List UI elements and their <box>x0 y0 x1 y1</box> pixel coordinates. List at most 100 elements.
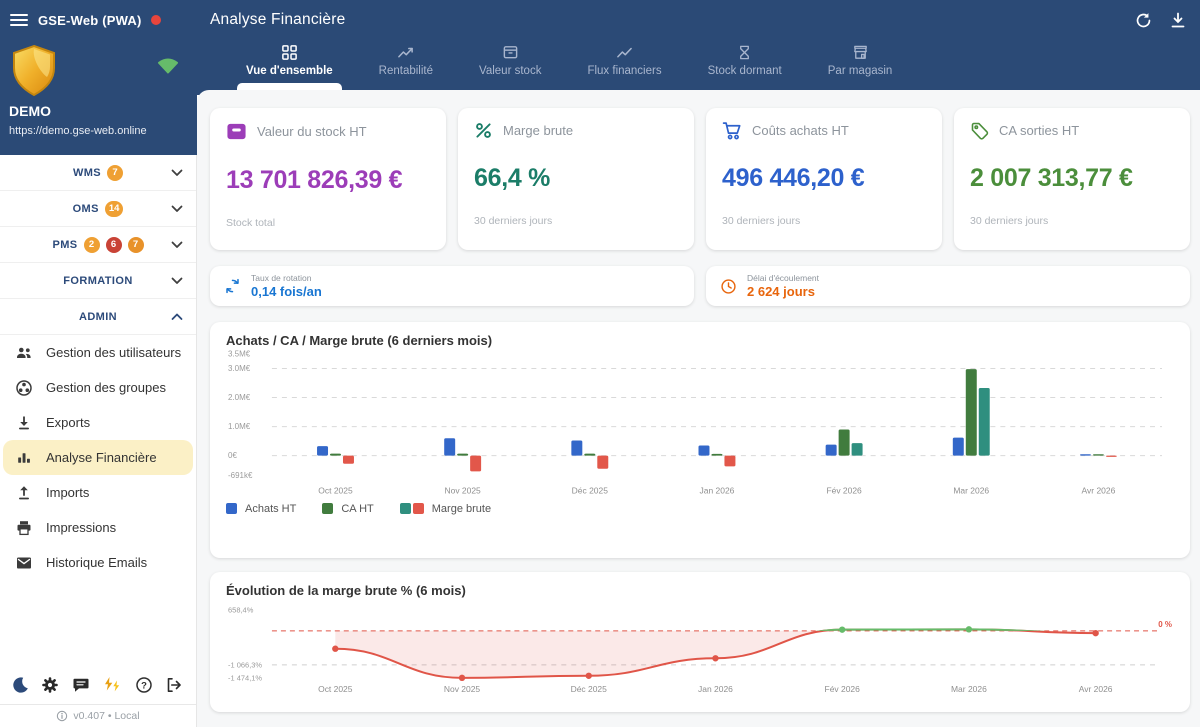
bar-chart: 3.5M€3.0M€2.0M€1.0M€0€-691k€Oct 2025Nov … <box>226 348 1174 500</box>
tab-par-magasin[interactable]: Par magasin <box>826 44 895 77</box>
tab-stock-dormant[interactable]: Stock dormant <box>706 44 784 77</box>
stock-box-icon <box>226 121 247 142</box>
svg-text:-1 066,3%: -1 066,3% <box>228 660 262 669</box>
bar-chart-legend: Achats HT CA HT Marge brute <box>226 503 1174 515</box>
kpi-card-couts-achats: Coûts achats HT 496 446,20 € 30 derniers… <box>706 108 942 250</box>
kpi-caption: 30 derniers jours <box>970 215 1174 227</box>
line-chart-card: Évolution de la marge brute % (6 mois) 6… <box>210 572 1190 712</box>
quick-actions-bolt-icon[interactable] <box>102 676 122 694</box>
section-label: ADMIN <box>79 311 117 323</box>
sidebar-header: GSE-Web (PWA) DEMO https://demo.gse-web.… <box>0 0 197 155</box>
download-icon[interactable] <box>1170 12 1186 29</box>
sidebar-item-historique-emails[interactable]: Historique Emails <box>0 545 196 580</box>
dark-mode-moon-icon[interactable] <box>11 676 29 694</box>
sidebar-item-label: Gestion des utilisateurs <box>46 345 181 360</box>
kpi-title: Marge brute <box>503 123 573 138</box>
trend-line-icon <box>616 44 633 61</box>
svg-text:Jan 2026: Jan 2026 <box>700 486 735 496</box>
status-dot-icon <box>151 15 161 25</box>
sidebar-item-gestion-utilisateurs[interactable]: Gestion des utilisateurs <box>0 335 196 370</box>
printer-icon <box>15 519 33 537</box>
legend-item: CA HT <box>322 503 373 515</box>
badge: 6 <box>106 237 122 253</box>
legend-item: Marge brute <box>400 503 491 515</box>
sidebar-item-label: Analyse Financière <box>46 450 157 465</box>
legend-label: Marge brute <box>432 503 491 515</box>
tab-label: Valeur stock <box>479 65 541 77</box>
section-label: FORMATION <box>63 275 132 287</box>
app-name: GSE-Web (PWA) <box>38 13 141 28</box>
upload-icon <box>15 484 33 502</box>
store-icon <box>852 44 869 61</box>
sidebar-item-label: Gestion des groupes <box>46 380 166 395</box>
stat-label: Taux de rotation <box>251 273 322 283</box>
connection-status-wifi-icon <box>157 56 179 79</box>
sidebar-item-analyse-financiere[interactable]: Analyse Financière <box>3 440 193 475</box>
users-icon <box>15 344 33 362</box>
tab-label: Par magasin <box>828 65 893 77</box>
svg-text:1.0M€: 1.0M€ <box>228 422 251 431</box>
tab-valeur-stock[interactable]: Valeur stock <box>477 44 543 77</box>
chat-icon[interactable] <box>72 676 90 694</box>
sidebar-item-label: Historique Emails <box>46 555 147 570</box>
mail-icon <box>15 554 33 572</box>
tab-bar: Vue d'ensemble Rentabilité Valeur stock … <box>244 44 894 77</box>
svg-text:2.0M€: 2.0M€ <box>228 393 251 402</box>
bar-chart-icon <box>15 449 33 467</box>
line-chart: 658,4%-1 066,3%-1 474,1%Oct 2025Nov 2025… <box>226 598 1174 698</box>
environment-url: https://demo.gse-web.online <box>9 125 147 137</box>
tab-label: Stock dormant <box>708 65 782 77</box>
kpi-value: 2 007 313,77 € <box>970 164 1174 193</box>
logout-icon[interactable] <box>165 676 183 694</box>
sidebar-item-gestion-groupes[interactable]: Gestion des groupes <box>0 370 196 405</box>
top-appbar: Analyse Financière Vue d'ensemble Rentab… <box>197 0 1200 95</box>
clock-icon <box>720 278 737 295</box>
sidebar-item-label: Impressions <box>46 520 116 535</box>
hamburger-menu-button[interactable] <box>10 13 28 27</box>
svg-text:Oct 2025: Oct 2025 <box>318 486 353 496</box>
sidebar-item-impressions[interactable]: Impressions <box>0 510 196 545</box>
svg-text:Déc 2025: Déc 2025 <box>572 486 609 496</box>
legend-swatch <box>322 503 333 514</box>
grid-icon <box>281 44 298 61</box>
sidebar-section-oms[interactable]: OMS 14 <box>0 191 196 227</box>
stat-card-taux-rotation: Taux de rotation 0,14 fois/an <box>210 266 694 306</box>
sidebar-item-exports[interactable]: Exports <box>0 405 196 440</box>
page-title: Analyse Financière <box>210 0 345 40</box>
sidebar-section-formation[interactable]: FORMATION <box>0 263 196 299</box>
svg-text:Nov 2025: Nov 2025 <box>445 486 482 496</box>
svg-text:?: ? <box>141 680 147 691</box>
stat-value: 0,14 fois/an <box>251 284 322 299</box>
legend-item: Achats HT <box>226 503 296 515</box>
settings-gear-icon[interactable] <box>41 676 59 694</box>
svg-text:3.0M€: 3.0M€ <box>228 364 251 373</box>
cart-icon <box>722 121 742 140</box>
kpi-value: 13 701 826,39 € <box>226 166 430 195</box>
help-icon[interactable]: ? <box>135 676 153 694</box>
hourglass-icon <box>736 44 753 61</box>
main-content: Valeur du stock HT 13 701 826,39 € Stock… <box>197 90 1200 727</box>
badge: 14 <box>105 201 124 217</box>
kpi-title: Coûts achats HT <box>752 123 849 138</box>
tab-flux-financiers[interactable]: Flux financiers <box>585 44 663 77</box>
svg-text:0€: 0€ <box>228 451 237 460</box>
kpi-card-marge-brute: Marge brute 66,4 % 30 derniers jours <box>458 108 694 250</box>
svg-text:Nov 2025: Nov 2025 <box>444 684 481 694</box>
badge: 2 <box>84 237 100 253</box>
sidebar-section-pms[interactable]: PMS 2 6 7 <box>0 227 196 263</box>
refresh-icon[interactable] <box>1135 12 1152 29</box>
chevron-down-icon <box>171 241 183 249</box>
tab-label: Flux financiers <box>587 65 661 77</box>
line-chart-title: Évolution de la marge brute % (6 mois) <box>226 583 1174 598</box>
badge: 7 <box>107 165 123 181</box>
sidebar-section-wms[interactable]: WMS 7 <box>0 155 196 191</box>
svg-text:Fév 2026: Fév 2026 <box>826 486 862 496</box>
kpi-caption: Stock total <box>226 217 430 229</box>
archive-box-icon <box>502 44 519 61</box>
tab-vue-densemble[interactable]: Vue d'ensemble <box>244 44 335 77</box>
bar-chart-title: Achats / CA / Marge brute (6 derniers mo… <box>226 333 1174 348</box>
svg-text:Avr 2026: Avr 2026 <box>1079 684 1113 694</box>
sidebar-item-imports[interactable]: Imports <box>0 475 196 510</box>
tab-rentabilite[interactable]: Rentabilité <box>377 44 435 77</box>
sidebar-section-admin[interactable]: ADMIN <box>0 299 196 335</box>
